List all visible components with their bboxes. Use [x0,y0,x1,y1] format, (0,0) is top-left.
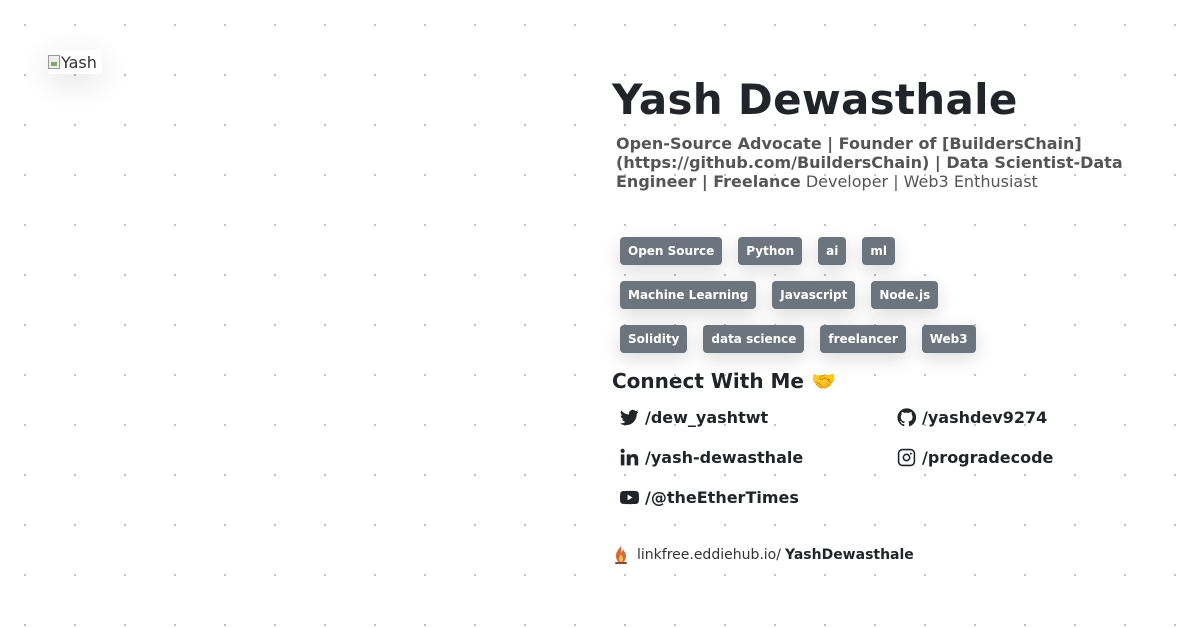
tag-solidity[interactable]: Solidity [620,325,688,353]
instagram-handle: /progradecode [922,447,1054,467]
linkedin-link[interactable]: /yash-dewasthale [620,447,897,467]
youtube-handle: /@theEtherTimes [645,487,799,507]
twitter-handle: /dew_yashtwt [645,407,769,427]
tag-web3[interactable]: Web3 [921,325,976,353]
profile-section: Yash Dewasthale Open-Source Advocate | F… [612,76,1172,565]
profile-bio: Open-Source Advocate | Founder of [Build… [616,134,1136,191]
tags-list: Open Source Python ai ml Machine Learnin… [620,237,1040,369]
footer-username: YashDewasthale [784,547,914,563]
social-links: /dew_yashtwt /yashdev9274 /yash-dewastha… [620,407,1172,507]
footer-domain: linkfree.eddiehub.io/ [637,547,781,563]
github-handle: /yashdev9274 [922,407,1048,427]
avatar-broken-image: Yash [48,53,97,72]
twitter-icon [620,409,639,425]
linkfree-footer[interactable]: linkfree.eddiehub.io/ YashDewasthale [612,545,1172,565]
linkedin-icon [620,448,639,465]
tag-python[interactable]: Python [738,237,803,265]
tag-ai[interactable]: ai [818,237,847,265]
profile-name: Yash Dewasthale [612,75,1018,124]
tag-open-source[interactable]: Open Source [620,237,723,265]
tag-nodejs[interactable]: Node.js [871,281,939,309]
instagram-link[interactable]: /progradecode [897,447,1157,467]
linkfree-flame-icon [615,546,627,564]
tag-row: Open Source Python ai ml [620,237,1040,281]
tag-machine-learning[interactable]: Machine Learning [620,281,757,309]
avatar-alt-text: Yash [61,52,97,72]
tag-freelancer[interactable]: freelancer [820,325,906,353]
avatar: Yash [48,50,102,74]
tag-row: Solidity data science freelancer Web3 [620,325,1040,369]
youtube-icon [620,490,639,504]
tag-ml[interactable]: ml [862,237,895,265]
instagram-icon [897,448,916,466]
connect-title: Connect With Me 🤝 [612,369,836,393]
youtube-link[interactable]: /@theEtherTimes [620,487,897,507]
broken-image-icon [48,55,60,69]
linkedin-handle: /yash-dewasthale [645,447,804,467]
tag-data-science[interactable]: data science [703,325,805,353]
twitter-link[interactable]: /dew_yashtwt [620,407,897,427]
tag-javascript[interactable]: Javascript [772,281,856,309]
github-link[interactable]: /yashdev9274 [897,407,1157,427]
github-icon [897,407,916,426]
bio-rest-text: Developer | Web3 Enthusiast [800,172,1038,191]
tag-row: Machine Learning Javascript Node.js [620,281,1040,325]
